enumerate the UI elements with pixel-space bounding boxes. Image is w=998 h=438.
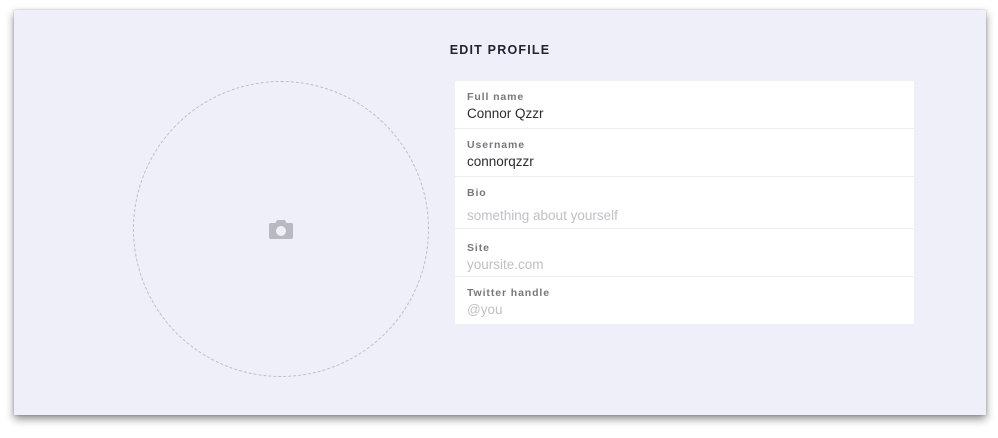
bio-field[interactable]: Bio — [455, 177, 914, 229]
edit-profile-card: EDIT PROFILE Full name Username Bio Site… — [14, 10, 986, 415]
twitter-handle-field[interactable]: Twitter handle — [455, 277, 914, 324]
twitter-handle-input[interactable] — [467, 301, 902, 319]
full-name-label: Full name — [467, 91, 525, 103]
full-name-field[interactable]: Full name — [455, 81, 914, 129]
bio-label: Bio — [467, 187, 487, 199]
full-name-input[interactable] — [467, 105, 902, 123]
site-field[interactable]: Site — [455, 229, 914, 277]
site-label: Site — [467, 242, 490, 254]
camera-icon — [269, 220, 293, 239]
profile-form: Full name Username Bio Site Twitter hand… — [455, 81, 914, 324]
page-title: EDIT PROFILE — [449, 43, 551, 57]
twitter-handle-label: Twitter handle — [467, 287, 550, 299]
username-input[interactable] — [467, 153, 902, 171]
bio-input[interactable] — [467, 207, 902, 225]
site-input[interactable] — [467, 256, 902, 274]
avatar-upload[interactable] — [133, 81, 429, 377]
username-field[interactable]: Username — [455, 129, 914, 177]
username-label: Username — [467, 139, 525, 151]
